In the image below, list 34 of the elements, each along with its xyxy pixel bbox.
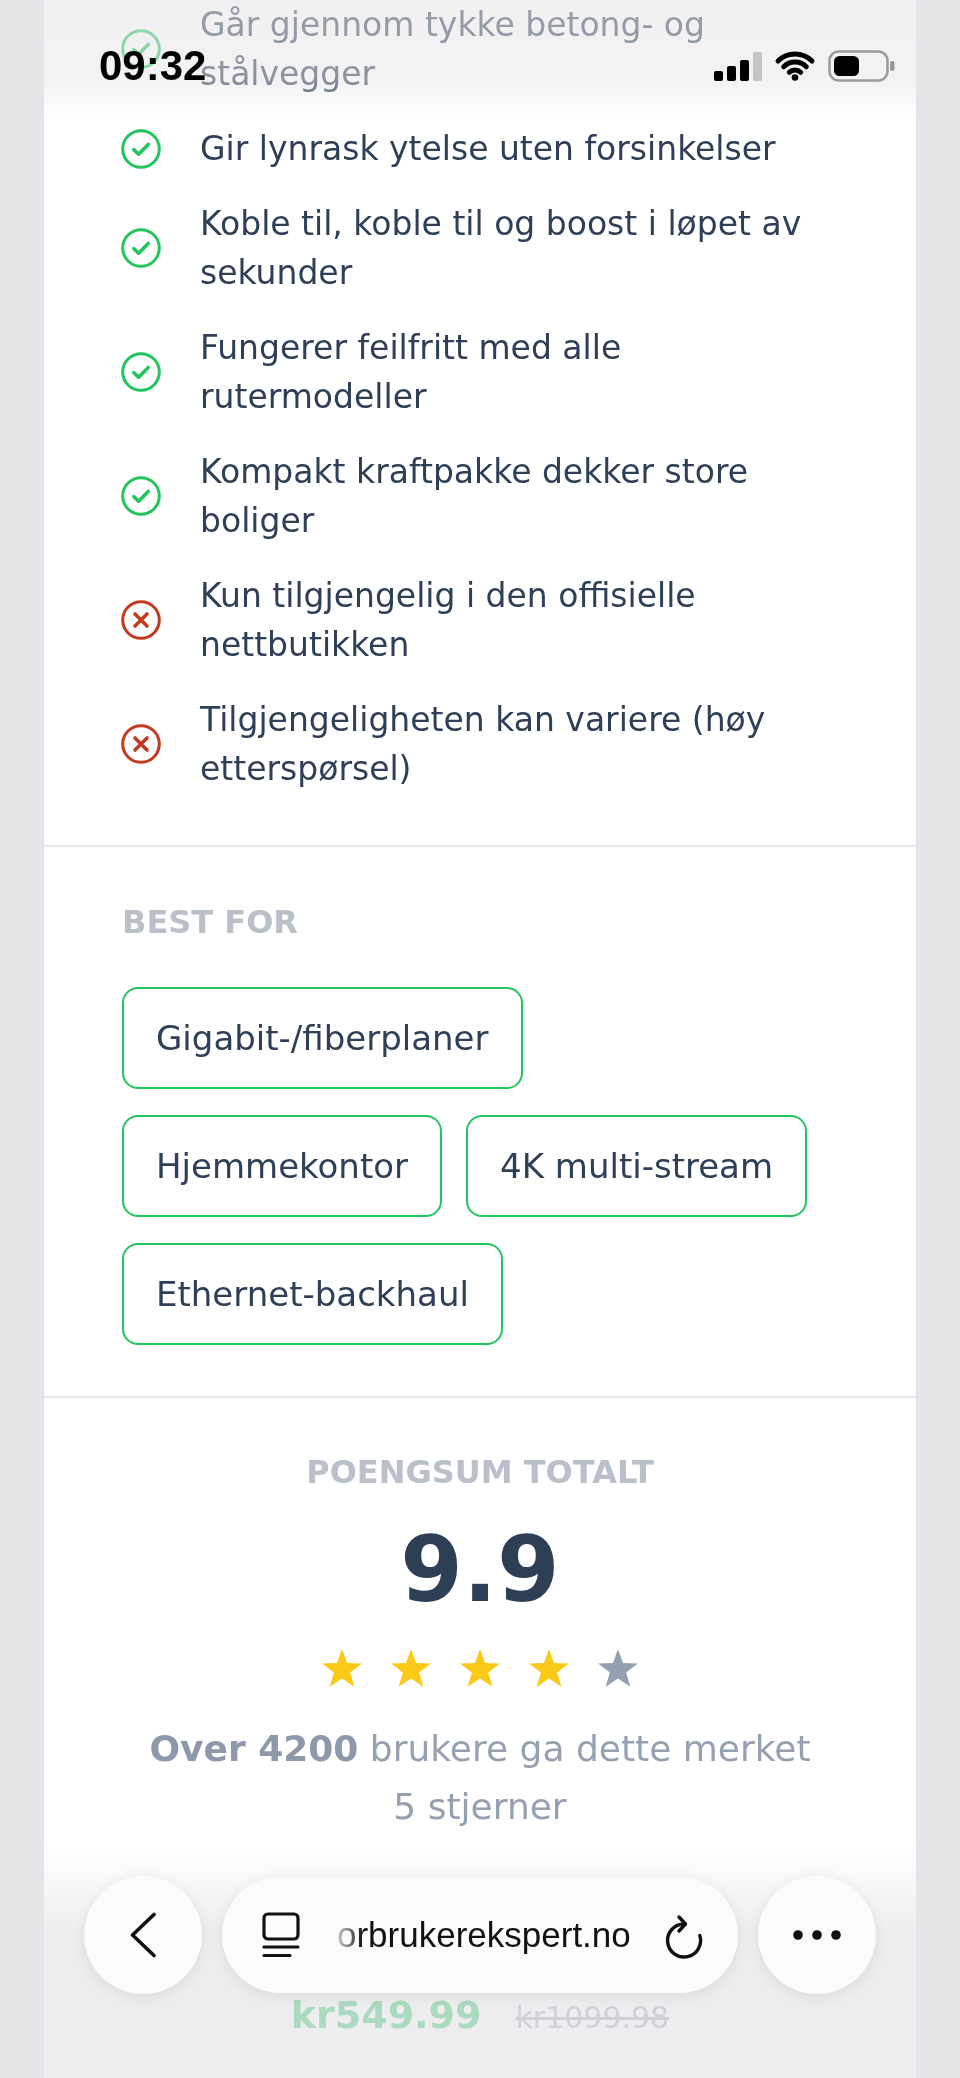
star-icon bbox=[391, 1649, 431, 1687]
feature-text: Gir lynrask ytelse uten forsinkelser bbox=[200, 129, 776, 168]
feature-text: Koble til, koble til og boost i løpet av sekunder bbox=[200, 204, 802, 292]
check-circle-icon bbox=[121, 128, 161, 169]
rating-summary: Over 4200 brukere ga dette merket 5 stjerner bbox=[148, 1727, 812, 1829]
section-heading: BEST FOR bbox=[122, 902, 298, 942]
star-icon bbox=[322, 1649, 362, 1687]
url-text: orbrukerekspert.no bbox=[337, 1914, 631, 1956]
chevron-left-icon bbox=[129, 1912, 157, 1958]
use-case-tag: Gigabit-/fiberplaner bbox=[122, 987, 523, 1089]
star-icon bbox=[460, 1649, 500, 1687]
address-bar[interactable]: orbrukerekspert.no bbox=[222, 1877, 738, 1993]
wifi-icon bbox=[774, 51, 816, 81]
use-case-tag: Ethernet-backhaul bbox=[122, 1243, 503, 1345]
cross-circle-icon bbox=[121, 600, 161, 640]
check-circle-icon bbox=[121, 476, 161, 516]
use-case-tag: Hjemmekontor bbox=[122, 1115, 443, 1217]
ellipsis-icon bbox=[793, 1930, 841, 1940]
feature-text: Kun tilgjengelig i den offisielle nettbutikken bbox=[200, 576, 696, 664]
section-heading: POENGSUM TOTALT bbox=[306, 1452, 654, 1492]
use-case-tag: 4K multi-stream bbox=[466, 1115, 808, 1217]
check-circle-icon bbox=[121, 352, 161, 392]
price: kr549.99 bbox=[290, 1993, 482, 2037]
check-circle-icon bbox=[121, 228, 161, 268]
feature-text: Tilgjengeligheten kan variere (høy etterspørsel) bbox=[200, 700, 766, 788]
score-value: 9.9 bbox=[400, 1520, 560, 1620]
feature-text: Fungerer feilfritt med alle rutermodeller bbox=[200, 328, 622, 416]
star-icon bbox=[598, 1649, 638, 1687]
tabs-icon[interactable] bbox=[262, 1912, 300, 1958]
star-icon bbox=[529, 1649, 569, 1687]
feature-text: Kompakt kraftpakke dekker store boliger bbox=[200, 452, 749, 540]
cross-circle-icon bbox=[121, 724, 161, 764]
signal-icon bbox=[714, 51, 762, 81]
battery-icon bbox=[828, 50, 895, 82]
